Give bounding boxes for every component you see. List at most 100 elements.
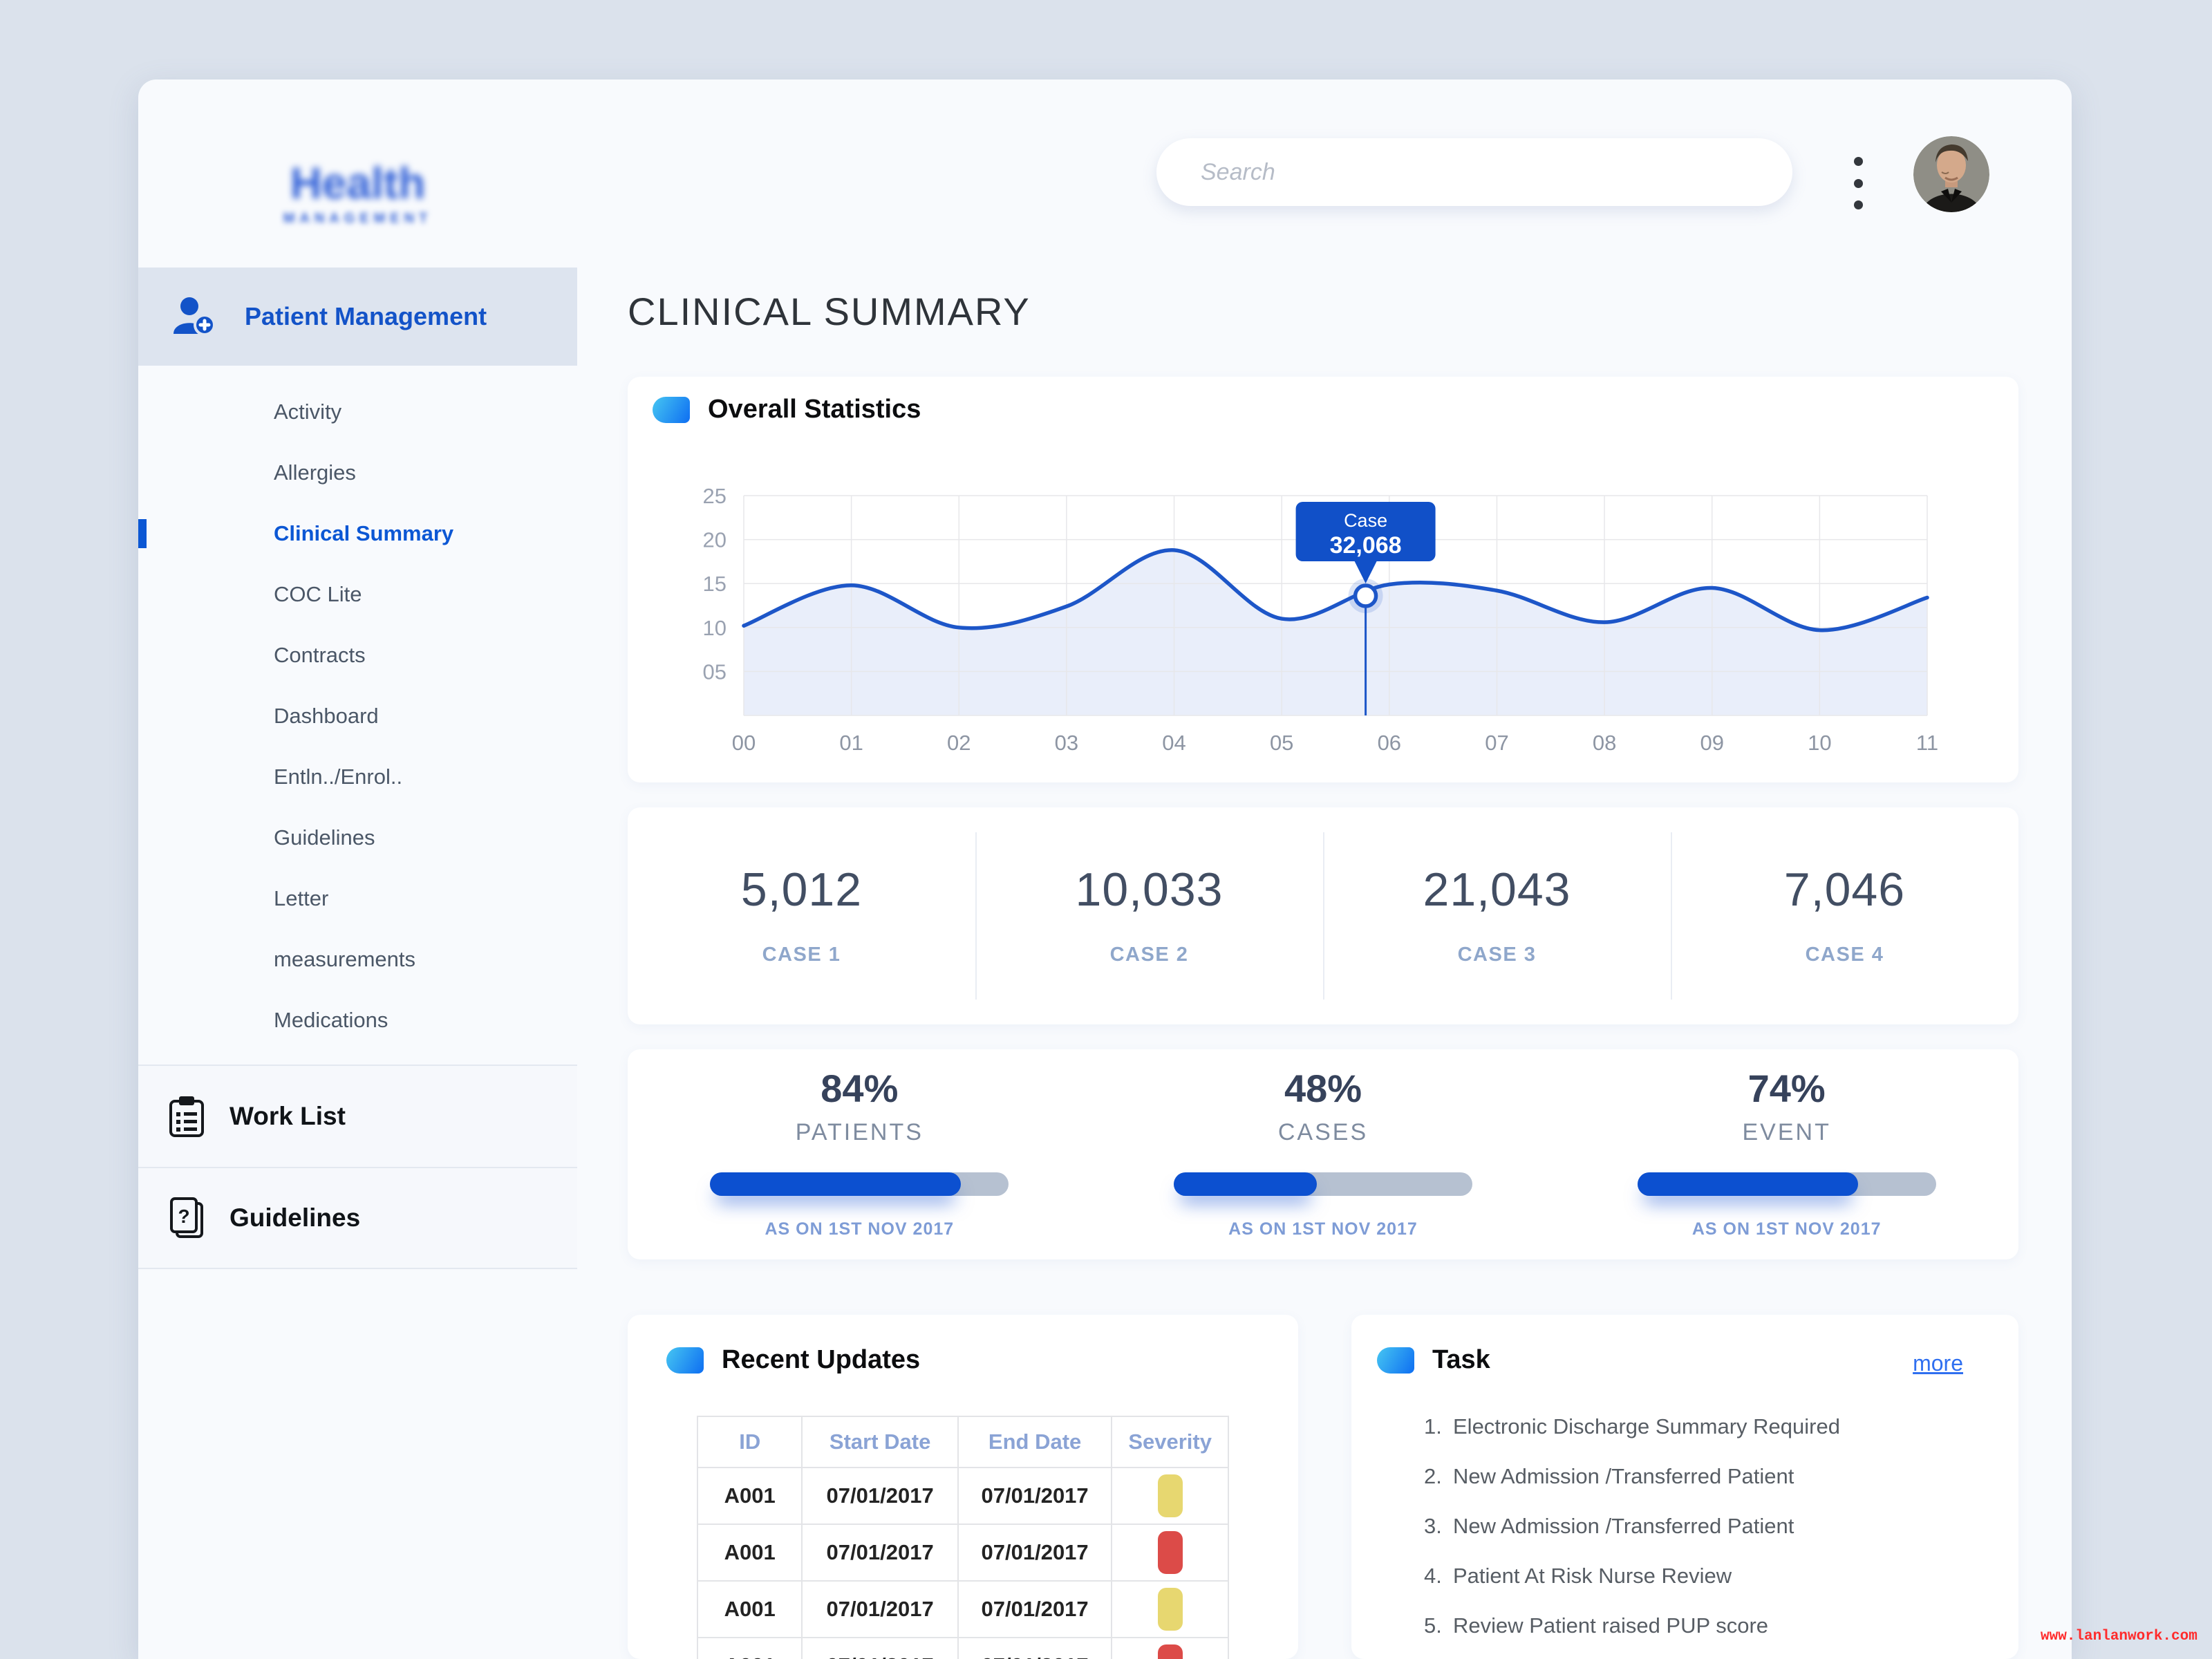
sidebar-section-patient-management[interactable]: Patient Management	[138, 268, 577, 366]
task-item[interactable]: 1. Electronic Discharge Summary Required	[1424, 1402, 1991, 1452]
sidebar-item[interactable]: Letter	[138, 868, 577, 929]
task-item-label: Electronic Discharge Summary Required	[1453, 1414, 1840, 1439]
search-input[interactable]	[1156, 138, 1792, 206]
svg-text:07: 07	[1485, 731, 1508, 755]
cell-start-date: 07/01/2017	[802, 1638, 957, 1659]
task-card: Task more 1. Electronic Discharge Summar…	[1351, 1315, 2018, 1659]
cell-id: A001	[697, 1468, 802, 1524]
progress-as-on-date: AS ON 1ST NOV 2017	[765, 1219, 955, 1239]
stat-column: 5,012 CASE 1	[628, 807, 975, 1024]
table-column-header: Severity	[1112, 1416, 1228, 1468]
severity-badge	[1158, 1588, 1183, 1631]
sidebar-item-work-list[interactable]: Work List	[138, 1065, 577, 1167]
stat-column: 7,046 CASE 4	[1671, 807, 2018, 1024]
svg-text:05: 05	[1270, 731, 1293, 755]
kebab-dot	[1854, 179, 1863, 188]
svg-text:02: 02	[947, 731, 971, 755]
sidebar-menu: Activity Allergies Clinical Summary COC …	[138, 382, 577, 1051]
svg-text:08: 08	[1593, 731, 1616, 755]
task-item[interactable]: 5. Review Patient raised PUP score	[1424, 1601, 1991, 1651]
sidebar-item-label: Medications	[274, 1008, 388, 1032]
table-row[interactable]: A001 07/01/2017 07/01/2017	[697, 1581, 1228, 1638]
task-item-label: Review Patient raised PUP score	[1453, 1613, 1768, 1638]
search-bar[interactable]	[1156, 138, 1792, 206]
cell-severity	[1112, 1524, 1228, 1581]
more-link[interactable]: more	[1913, 1351, 1963, 1376]
stat-label: CASE 1	[762, 944, 841, 966]
table-row[interactable]: A001 07/01/2017 07/01/2017	[697, 1638, 1228, 1659]
severity-badge	[1158, 1474, 1183, 1517]
sidebar-item[interactable]: Contracts	[138, 625, 577, 686]
app-panel: Health MANAGEMENT	[138, 79, 2072, 1659]
stat-value: 7,046	[1784, 866, 1905, 913]
task-item-label: New Admission /Transferred Patient	[1453, 1464, 1794, 1489]
progress-column: 84% PATIENTS AS ON 1ST NOV 2017	[628, 1049, 1091, 1259]
cell-start-date: 07/01/2017	[802, 1524, 957, 1581]
stat-column: 21,043 CASE 3	[1323, 807, 1671, 1024]
sidebar-item[interactable]: Dashboard	[138, 686, 577, 747]
svg-text:09: 09	[1700, 731, 1723, 755]
svg-text:01: 01	[839, 731, 863, 755]
progress-bar	[1638, 1172, 1936, 1196]
svg-text:10: 10	[703, 616, 727, 640]
svg-text:03: 03	[1055, 731, 1078, 755]
sidebar-item[interactable]: measurements	[138, 929, 577, 990]
sidebar-item[interactable]: Allergies	[138, 442, 577, 503]
svg-text:20: 20	[703, 528, 727, 552]
progress-bar	[1174, 1172, 1472, 1196]
logo-subtext: MANAGEMENT	[207, 211, 508, 227]
recent-updates-table: IDStart DateEnd DateSeverity A001 07/01/…	[697, 1416, 1229, 1659]
statistics-line-chart[interactable]: 0510152025000102030405060708091011Case32…	[628, 451, 2018, 782]
sidebar-item[interactable]: Activity	[138, 382, 577, 442]
task-item[interactable]: 2. New Admission /Transferred Patient	[1424, 1452, 1991, 1501]
card-title-row: Recent Updates	[666, 1345, 920, 1375]
table-row[interactable]: A001 07/01/2017 07/01/2017	[697, 1524, 1228, 1581]
svg-text:05: 05	[703, 659, 727, 684]
progress-label: CASES	[1278, 1119, 1368, 1146]
watermark: www.lanlanwork.com	[2041, 1629, 2197, 1644]
user-avatar[interactable]	[1913, 136, 1989, 212]
task-item-number: 3.	[1424, 1514, 1453, 1539]
cell-id: A001	[697, 1581, 802, 1638]
svg-text:06: 06	[1378, 731, 1401, 755]
sidebar-item[interactable]: COC Lite	[138, 564, 577, 625]
progress-as-on-date: AS ON 1ST NOV 2017	[1228, 1219, 1418, 1239]
progress-column: 74% EVENT AS ON 1ST NOV 2017	[1555, 1049, 2018, 1259]
stat-value: 5,012	[741, 866, 862, 913]
sidebar-item-label: Entln../Enrol..	[274, 765, 402, 789]
app-logo: Health MANAGEMENT	[207, 161, 508, 227]
help-document-icon: ?	[167, 1197, 206, 1239]
progress-bar-fill	[710, 1172, 961, 1196]
cell-start-date: 07/01/2017	[802, 1581, 957, 1638]
avatar-photo	[1913, 136, 1989, 212]
sidebar-item[interactable]: Medications	[138, 990, 577, 1051]
kebab-menu-icon[interactable]	[1844, 151, 1872, 215]
task-item[interactable]: 3. New Admission /Transferred Patient	[1424, 1501, 1991, 1551]
svg-text:00: 00	[732, 731, 756, 755]
sidebar-item[interactable]: Entln../Enrol..	[138, 747, 577, 807]
sidebar-item-label: measurements	[274, 947, 415, 971]
sidebar-item-label: Allergies	[274, 460, 356, 485]
task-item-label: Patient At Risk Nurse Review	[1453, 1564, 1732, 1588]
sidebar-item-label: Work List	[229, 1102, 346, 1131]
table-header-row: IDStart DateEnd DateSeverity	[697, 1416, 1228, 1468]
task-item-label: New Admission /Transferred Patient	[1453, 1514, 1794, 1539]
gradient-badge-icon	[1377, 1347, 1414, 1374]
active-indicator	[138, 519, 147, 548]
sidebar-item[interactable]: Guidelines	[138, 807, 577, 868]
stat-label: CASE 2	[1110, 944, 1189, 966]
table-column-header: ID	[697, 1416, 802, 1468]
card-title: Task	[1432, 1345, 1490, 1375]
table-row[interactable]: A001 07/01/2017 07/01/2017	[697, 1468, 1228, 1524]
sidebar-item-guidelines-section[interactable]: ? Guidelines	[138, 1167, 577, 1269]
stat-label: CASE 3	[1458, 944, 1537, 966]
sidebar-item[interactable]: Clinical Summary	[138, 503, 577, 564]
card-title: Recent Updates	[722, 1345, 920, 1375]
sidebar-item-label: Dashboard	[274, 704, 379, 728]
cell-severity	[1112, 1468, 1228, 1524]
gradient-badge-icon	[666, 1347, 704, 1374]
sidebar-item-label: Guidelines	[229, 1203, 360, 1232]
table-column-header: End Date	[958, 1416, 1112, 1468]
task-item[interactable]: 4. Patient At Risk Nurse Review	[1424, 1551, 1991, 1601]
sidebar-section-label: Patient Management	[245, 302, 487, 331]
